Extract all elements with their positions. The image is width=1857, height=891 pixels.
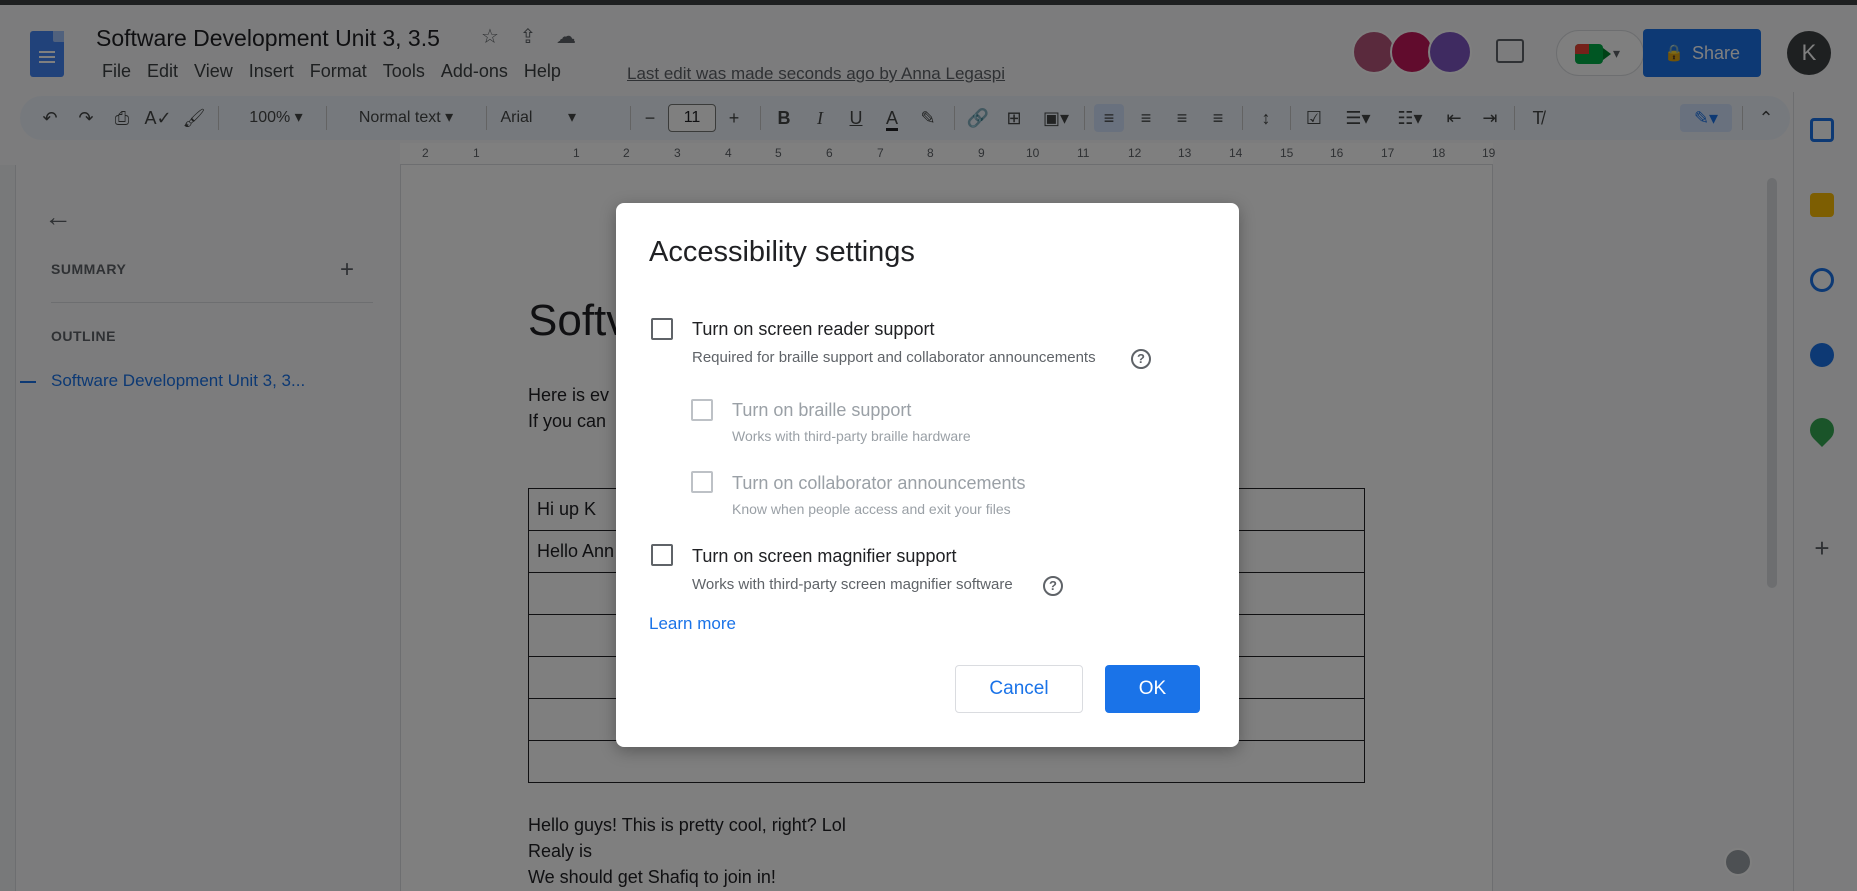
help-icon[interactable]: ? bbox=[1043, 576, 1063, 596]
collaborator-announcements-description: Know when people access and exit your fi… bbox=[732, 501, 1011, 517]
help-icon[interactable]: ? bbox=[1131, 349, 1151, 369]
collaborator-announcements-label[interactable]: Turn on collaborator announcements bbox=[732, 473, 1026, 494]
screen-magnifier-checkbox[interactable] bbox=[651, 544, 673, 566]
braille-description: Works with third-party braille hardware bbox=[732, 428, 971, 444]
screen-reader-checkbox[interactable] bbox=[651, 318, 673, 340]
dialog-title: Accessibility settings bbox=[649, 236, 915, 268]
screen-reader-description: Required for braille support and collabo… bbox=[692, 349, 1096, 366]
screen-magnifier-description: Works with third-party screen magnifier … bbox=[692, 576, 1013, 593]
collaborator-announcements-checkbox[interactable] bbox=[691, 471, 713, 493]
braille-label[interactable]: Turn on braille support bbox=[732, 400, 911, 421]
learn-more-link[interactable]: Learn more bbox=[649, 614, 736, 634]
accessibility-settings-dialog: Accessibility settings Turn on screen re… bbox=[616, 203, 1239, 747]
screen-magnifier-label[interactable]: Turn on screen magnifier support bbox=[692, 546, 956, 567]
ok-button[interactable]: OK bbox=[1105, 665, 1200, 713]
screen-reader-label[interactable]: Turn on screen reader support bbox=[692, 319, 934, 340]
braille-checkbox[interactable] bbox=[691, 399, 713, 421]
cancel-button[interactable]: Cancel bbox=[955, 665, 1083, 713]
